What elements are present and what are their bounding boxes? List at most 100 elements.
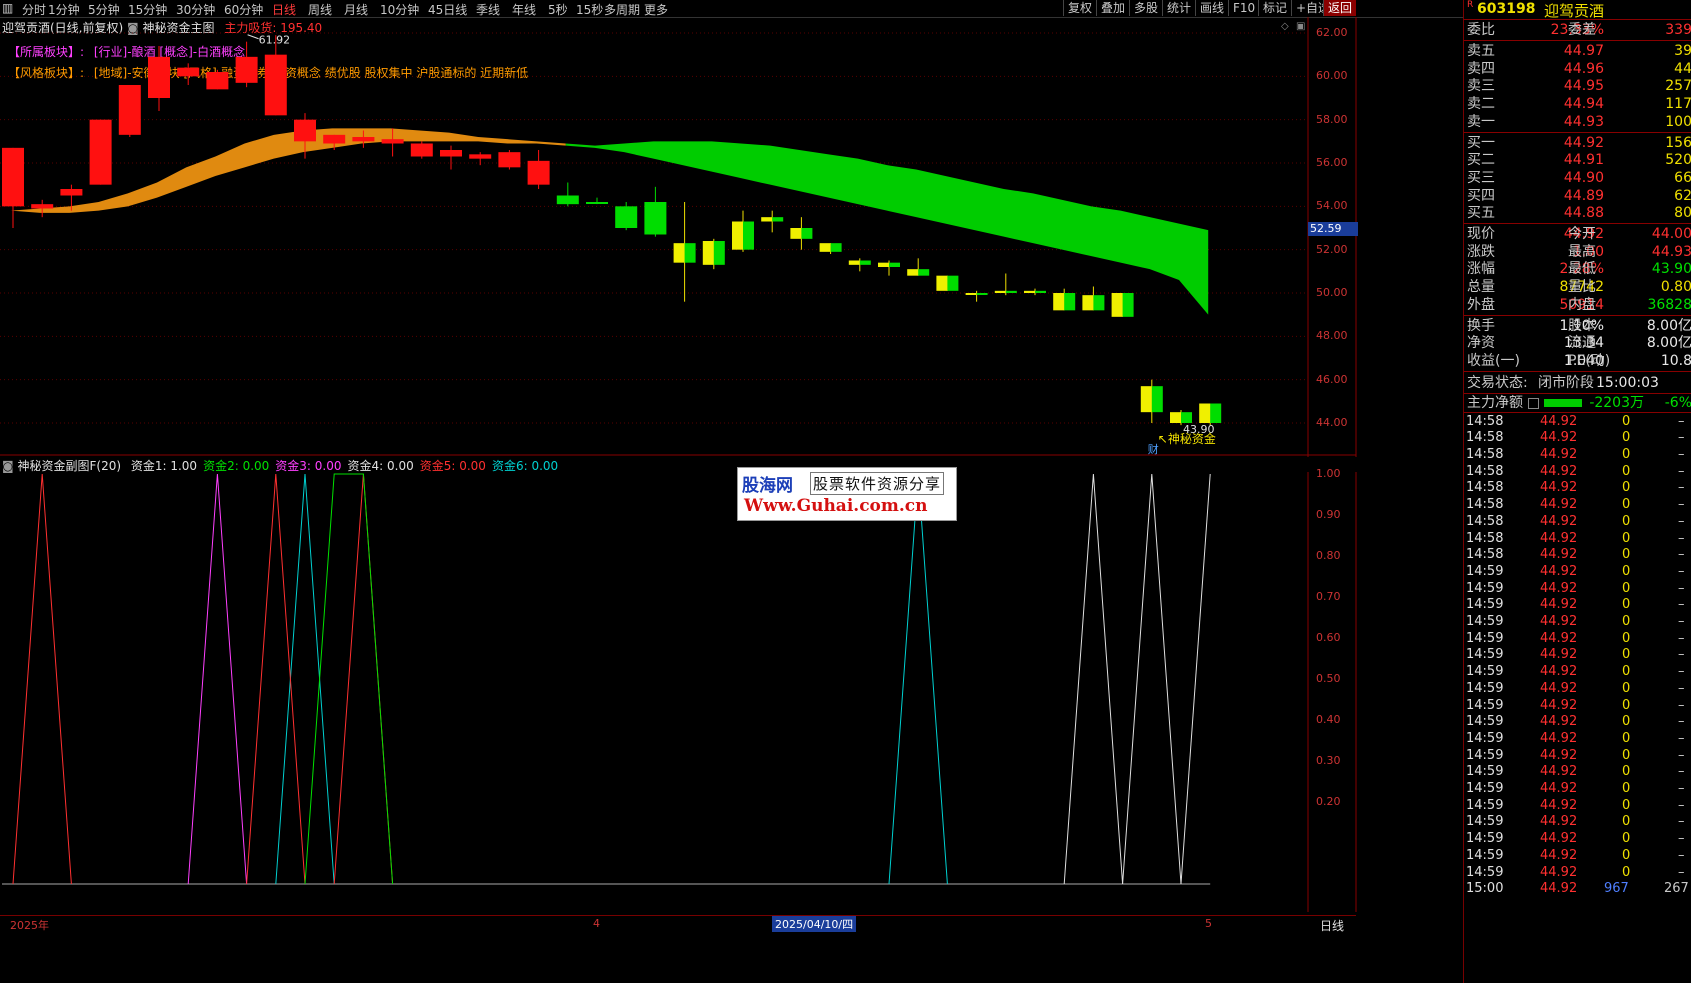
sub-indicator-name[interactable]: 神秘资金副图F(20) — [17, 459, 121, 473]
fund-flow-chart[interactable] — [0, 472, 1360, 912]
candle-39 — [1140, 379, 1163, 423]
candle-body-left — [790, 228, 802, 239]
info-row: 收益(一) 1.040 PE(动) 10.8 — [1464, 352, 1691, 370]
tool-0[interactable]: 复权 — [1063, 0, 1096, 16]
tool-8[interactable]: 返回 — [1323, 0, 1357, 16]
candle-body-left — [1111, 293, 1123, 317]
separator — [1464, 370, 1691, 372]
period-2[interactable]: 5分钟 — [88, 1, 120, 18]
period-7[interactable]: 周线 — [308, 1, 332, 18]
ask-row: 卖一 44.93 100 — [1464, 113, 1691, 131]
bid-price: 44.92 — [1563, 134, 1604, 151]
tick-price: 44.92 — [1540, 747, 1578, 763]
collapse-icon[interactable]: ◙ — [2, 459, 14, 473]
period-12[interactable]: 年线 — [512, 1, 536, 18]
tick-row: 14:58 44.92 0 – — [1464, 429, 1691, 447]
candle-body-right — [859, 260, 871, 265]
candle-body-left — [1082, 295, 1094, 311]
date-highlight: 2025/04/10/四 — [772, 916, 857, 932]
period-11[interactable]: 季线 — [476, 1, 500, 18]
tick-volume: 0 — [1622, 614, 1631, 629]
period-3[interactable]: 15分钟 — [128, 1, 167, 18]
candle-body — [586, 202, 608, 204]
tool-5[interactable]: F10 — [1228, 0, 1259, 16]
candle-body-left — [878, 262, 889, 267]
candle-body-right — [1035, 290, 1046, 293]
ask-price: 44.96 — [1563, 60, 1604, 77]
period-9[interactable]: 10分钟 — [380, 1, 419, 18]
tool-1[interactable]: 叠加 — [1096, 0, 1129, 16]
candlestick-chart[interactable]: 61.9243.90↖神秘资金财◇ ▣ — [0, 17, 1360, 472]
period-6[interactable]: 日线 — [272, 1, 296, 18]
tool-6[interactable]: 标记 — [1258, 0, 1291, 16]
tick-direction: – — [1678, 413, 1685, 429]
candle-body — [644, 202, 667, 235]
tool-3[interactable]: 统计 — [1162, 0, 1195, 16]
tick-volume: 0 — [1622, 797, 1631, 813]
period-10[interactable]: 45日线 — [428, 1, 467, 18]
info-row: 换手 1.10% 股本 8.00亿 — [1464, 317, 1691, 335]
bid-row: 买五 44.88 80 — [1464, 204, 1691, 222]
price-tick: 52.00 — [1316, 242, 1348, 256]
weibi-row: 委比 23.33% 委差 339 — [1464, 21, 1691, 39]
layout-icon[interactable]: ▥ — [2, 1, 13, 15]
fund-tick: 0.20 — [1316, 795, 1341, 808]
period-button[interactable]: 日线 — [1320, 917, 1344, 934]
high-pointer — [247, 34, 259, 40]
tick-time: 14:59 — [1466, 614, 1504, 629]
tick-row: 14:58 44.92 0 – — [1464, 479, 1691, 497]
date-axis: 2025年 4 2025/04/10/四 5 日线 — [0, 915, 1356, 933]
tick-time: 14:59 — [1466, 580, 1504, 596]
candle-26 — [761, 210, 784, 233]
fund-series-0-peak-2 — [1180, 473, 1211, 885]
tick-time: 14:58 — [1466, 413, 1504, 429]
period-5[interactable]: 60分钟 — [224, 1, 263, 18]
tick-time: 14:59 — [1466, 714, 1504, 730]
main-net-row: 主力净额 -2203万 -6% — [1464, 394, 1691, 412]
info-label: 换手 — [1467, 317, 1495, 334]
candle-36 — [1053, 288, 1076, 311]
period-14[interactable]: 15秒 — [576, 1, 603, 18]
period-1[interactable]: 1分钟 — [48, 1, 80, 18]
candle-body-right — [772, 217, 784, 222]
tick-time: 14:59 — [1466, 797, 1504, 813]
ask-volume: 39 — [1674, 43, 1691, 59]
tick-volume: 0 — [1622, 463, 1631, 479]
stat-label-2: 量比 — [1568, 279, 1596, 296]
quote-panel: R 603198 迎驾贡酒 委比 23.33% 委差 339 卖五 44.97 39 卖四 44.96… — [1463, 0, 1691, 983]
watermark-url: Www.Guhai.com.cn — [744, 496, 928, 516]
period-4[interactable]: 30分钟 — [176, 1, 215, 18]
tick-time: 14:59 — [1466, 747, 1504, 763]
tick-price: 44.92 — [1540, 647, 1578, 663]
candle-body-left — [761, 217, 773, 222]
period-13[interactable]: 5秒 — [548, 1, 568, 18]
period-0[interactable]: 分时 — [22, 1, 46, 18]
stat-label-2: 最高 — [1568, 243, 1596, 260]
tick-row: 15:00 44.92 967 267 — [1464, 880, 1691, 898]
tick-volume: 0 — [1622, 814, 1631, 830]
tick-row: 14:59 44.92 0 – — [1464, 830, 1691, 848]
signal-label: ↖神秘资金 — [1158, 431, 1216, 446]
tick-volume: 0 — [1622, 730, 1631, 746]
stat-label: 涨跌 — [1467, 243, 1495, 260]
period-15[interactable]: 多周期 — [604, 1, 640, 18]
tick-direction: – — [1678, 580, 1685, 596]
tick-volume: 0 — [1622, 864, 1631, 880]
fund-label-6: 资金6: 0.00 — [491, 459, 559, 473]
tool-2[interactable]: 多股 — [1129, 0, 1162, 16]
candle-body-left — [907, 269, 919, 276]
stat-row: 涨跌 1.00 最高 44.93 — [1464, 243, 1691, 261]
tick-volume: 0 — [1622, 563, 1631, 579]
period-16[interactable]: 更多 — [644, 1, 668, 18]
tool-4[interactable]: 画线 — [1195, 0, 1228, 16]
period-8[interactable]: 月线 — [344, 1, 368, 18]
candle-27 — [790, 217, 813, 250]
trade-time: 15:00:03 — [1596, 374, 1659, 391]
tick-time: 14:59 — [1466, 864, 1504, 880]
bid-label: 买三 — [1467, 169, 1495, 186]
candle-9 — [264, 35, 287, 116]
info-icon[interactable] — [1528, 397, 1539, 409]
tick-price: 44.92 — [1540, 697, 1578, 713]
tick-price: 44.92 — [1540, 781, 1578, 796]
candle-body-right — [947, 275, 959, 291]
